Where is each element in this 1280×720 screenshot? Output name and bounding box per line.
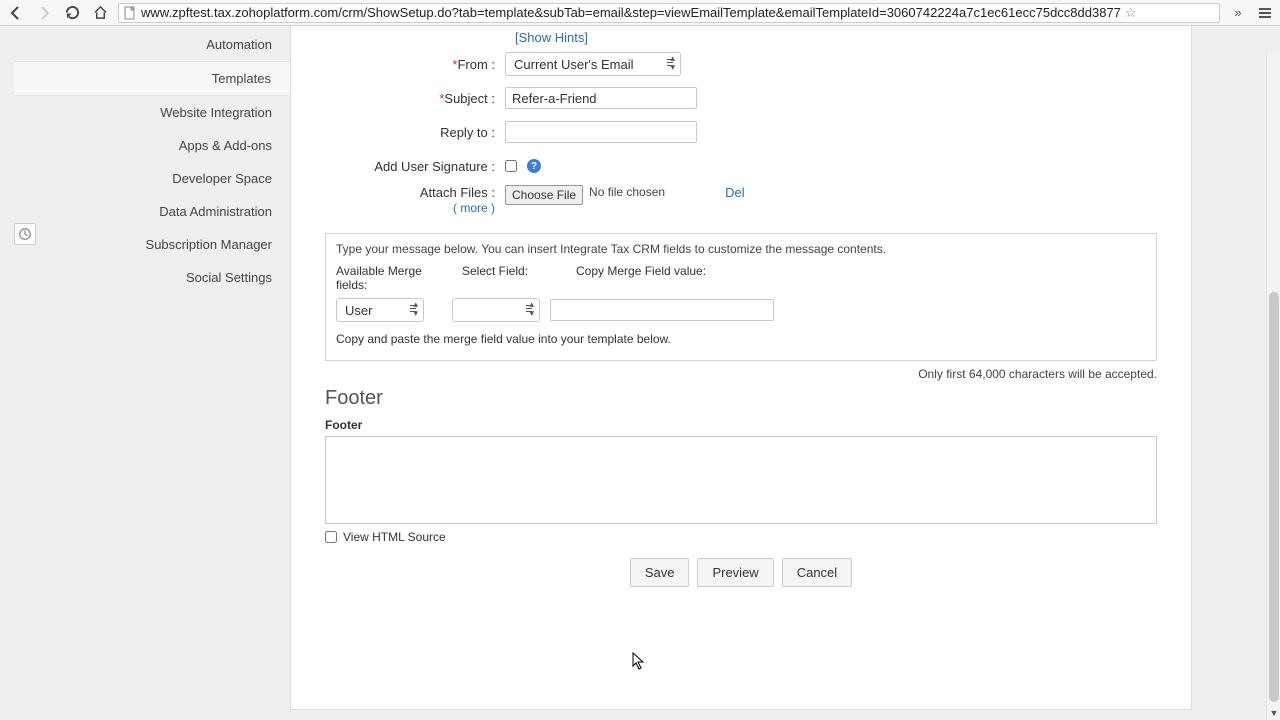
choose-file-button[interactable]: Choose File — [505, 185, 583, 205]
back-icon[interactable] — [6, 3, 26, 23]
merge-module-select[interactable]: User — [336, 298, 424, 322]
sidebar-item-templates[interactable]: Templates — [14, 61, 290, 96]
sidebar-item-label: Subscription Manager — [146, 237, 272, 252]
sidebar-item-label: Website Integration — [160, 105, 272, 120]
merge-header-select: Select Field: — [462, 264, 556, 292]
view-html-source-checkbox[interactable] — [325, 531, 337, 543]
sidebar-item-apps-addons[interactable]: Apps & Add-ons — [14, 129, 290, 162]
sidebar-item-label: Apps & Add-ons — [179, 138, 272, 153]
sidebar-item-developer-space[interactable]: Developer Space — [14, 162, 290, 195]
merge-field-select[interactable] — [452, 298, 540, 322]
sidebar-item-label: Templates — [212, 71, 271, 86]
signature-checkbox[interactable] — [505, 160, 517, 172]
left-gutter — [0, 26, 14, 720]
home-icon[interactable] — [90, 3, 110, 23]
sidebar-item-social-settings[interactable]: Social Settings — [14, 261, 290, 294]
sidebar-item-label: Automation — [206, 37, 272, 52]
sidebar-item-label: Developer Space — [172, 171, 272, 186]
preview-button[interactable]: Preview — [697, 558, 773, 587]
no-file-text: No file chosen — [589, 185, 665, 199]
attach-more-link[interactable]: ( more ) — [453, 201, 495, 215]
cancel-button[interactable]: Cancel — [782, 558, 852, 587]
chevron-updown-icon: ▴▾ — [413, 300, 418, 318]
merge-fields-panel: Type your message below. You can insert … — [325, 233, 1157, 361]
from-label: *From : — [327, 57, 505, 72]
footer-label: Footer — [325, 418, 1157, 432]
char-limit-note: Only first 64,000 characters will be acc… — [325, 367, 1157, 381]
url-text: www.zpftest.tax.zohoplatform.com/crm/Sho… — [141, 5, 1121, 20]
forward-icon[interactable] — [34, 3, 54, 23]
delete-attachment-link[interactable]: Del — [725, 185, 745, 200]
browser-toolbar: www.zpftest.tax.zohoplatform.com/crm/Sho… — [0, 0, 1280, 26]
footer-editor[interactable] — [325, 436, 1157, 524]
sidebar-item-label: Social Settings — [186, 270, 272, 285]
merge-instruction: Type your message below. You can insert … — [336, 242, 1146, 256]
from-select[interactable]: Current User's Email — [505, 52, 681, 76]
help-icon[interactable]: ? — [527, 159, 541, 173]
reload-icon[interactable] — [62, 3, 82, 23]
subject-input[interactable] — [505, 87, 697, 109]
merge-header-copy: Copy Merge Field value: — [576, 264, 706, 292]
history-icon[interactable] — [14, 223, 36, 245]
merge-header-available: Available Merge fields: — [336, 264, 442, 292]
footer-heading: Footer — [325, 387, 1157, 410]
view-html-source-label: View HTML Source — [343, 530, 446, 544]
show-hints-link[interactable]: [Show Hints] — [515, 30, 1155, 45]
sidebar-item-subscription-manager[interactable]: Subscription Manager — [14, 228, 290, 261]
settings-sidebar: Automation Templates Website Integration… — [14, 26, 290, 720]
merge-value-input[interactable] — [550, 299, 774, 321]
subject-label: *Subject : — [327, 91, 505, 106]
sidebar-item-website-integration[interactable]: Website Integration — [14, 96, 290, 129]
signature-label: Add User Signature : — [327, 159, 505, 174]
reply-to-input[interactable] — [505, 121, 697, 143]
merge-paste-note: Copy and paste the merge field value int… — [336, 332, 1146, 346]
hamburger-menu-icon[interactable] — [1256, 8, 1274, 18]
url-bar[interactable]: www.zpftest.tax.zohoplatform.com/crm/Sho… — [118, 3, 1220, 23]
save-button[interactable]: Save — [630, 558, 690, 587]
scroll-down-icon[interactable]: ▼ — [1269, 708, 1279, 718]
sidebar-item-label: Data Administration — [159, 204, 272, 219]
sidebar-item-automation[interactable]: Automation — [14, 28, 290, 61]
chevron-updown-icon: ▴▾ — [529, 300, 534, 318]
scrollbar-thumb[interactable] — [1269, 292, 1279, 702]
overflow-icon[interactable]: » — [1228, 3, 1248, 23]
page-icon — [123, 6, 137, 20]
template-form-panel: [Show Hints] *From : Current User's Emai… — [290, 26, 1192, 710]
attach-label: Attach Files : ( more ) — [327, 185, 505, 215]
reply-to-label: Reply to : — [327, 125, 505, 140]
sidebar-item-data-administration[interactable]: Data Administration — [14, 195, 290, 228]
vertical-scrollbar[interactable]: ▼ — [1266, 52, 1280, 720]
chevron-updown-icon: ▴▾ — [670, 54, 675, 72]
bookmark-star-icon[interactable]: ☆ — [1125, 5, 1137, 21]
